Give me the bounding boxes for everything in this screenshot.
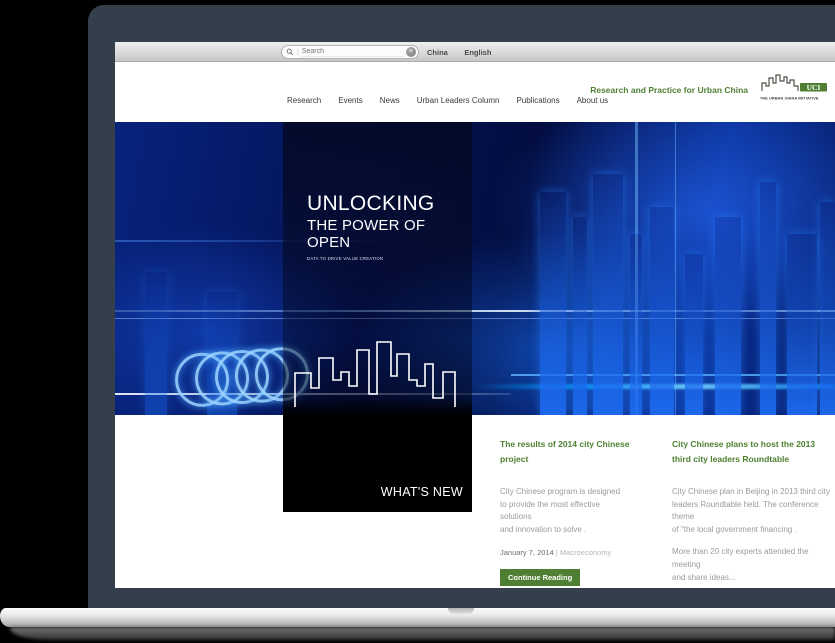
laptop-lid-notch [448, 608, 474, 614]
news-articles: The results of 2014 city Chinese project… [500, 437, 835, 588]
uci-skyline-logo-icon: UCI [760, 70, 830, 92]
hero-building-glow [593, 174, 623, 415]
article-card: City Chinese plans to host the 2013 thir… [672, 437, 835, 588]
article-excerpt: City Chinese plan in Beijing in 2013 thi… [672, 486, 835, 537]
whats-new-label: WHAT'S NEW [381, 485, 463, 499]
hero-building-glow [145, 272, 167, 415]
continue-reading-button[interactable]: Continue Reading [500, 569, 580, 586]
meta-separator: | [556, 548, 558, 557]
hero-building-glow [820, 202, 835, 415]
site-tagline: Research and Practice for Urban China [590, 85, 748, 95]
hero-building-glow [685, 254, 703, 415]
nav-research[interactable]: Research [287, 96, 321, 105]
hero-text-block: UNLOCKING THE POWER OF OPEN DATA TO DRIV… [283, 122, 472, 263]
hero-overlay-panel: UNLOCKING THE POWER OF OPEN DATA TO DRIV… [283, 122, 472, 512]
search-box[interactable]: | × [281, 45, 419, 59]
hero-building-glow [650, 207, 674, 415]
main-nav: Research Events News Urban Leaders Colum… [287, 96, 608, 105]
article-category[interactable]: Macroeconomy [560, 548, 611, 557]
logo-caption: THE URBAN CHINA INITIATIVE [760, 97, 804, 101]
hero-building-glow [540, 192, 566, 415]
lang-china[interactable]: China [427, 48, 448, 57]
brand-area: Research and Practice for Urban China UC… [590, 70, 830, 103]
website-screen: | × China · English Research Events News… [115, 42, 835, 588]
article-excerpt-2: More than 20 city experts attended the m… [672, 546, 835, 584]
article-excerpt: City Chinese program is designed to prov… [500, 486, 655, 537]
hero-building-glow [573, 217, 587, 415]
uci-logo[interactable]: UCI THE URBAN CHINA INITIATIVE [760, 70, 830, 103]
article-card: The results of 2014 city Chinese project… [500, 437, 655, 588]
hero-building-glow [787, 234, 817, 415]
hero-image [115, 122, 835, 415]
search-divider: | [297, 49, 299, 56]
article-title[interactable]: The results of 2014 city Chinese project [500, 437, 655, 467]
laptop-shadow [10, 627, 835, 640]
article-title[interactable]: City Chinese plans to host the 2013 thir… [672, 437, 835, 467]
lang-separator: · [455, 48, 458, 57]
hero-building-glow [760, 182, 776, 415]
search-input[interactable] [302, 48, 403, 57]
nav-news[interactable]: News [380, 96, 400, 105]
article-date: January 7, 2014 [500, 548, 554, 557]
site-header: Research Events News Urban Leaders Colum… [115, 62, 835, 122]
hero-title-line2: THE POWER OF OPEN [307, 217, 472, 251]
lang-english[interactable]: English [464, 48, 491, 57]
language-switcher: China · English [427, 42, 491, 62]
skyline-lineart-icon [293, 327, 463, 409]
nav-events[interactable]: Events [338, 96, 362, 105]
svg-text:UCI: UCI [807, 83, 821, 92]
search-clear-button[interactable]: × [406, 47, 416, 57]
nav-publications[interactable]: Publications [516, 96, 559, 105]
hero-subtitle: DATA TO DRIVE VALUE CREATION [307, 257, 423, 261]
hero-light-column [675, 122, 676, 415]
hero-building-glow [715, 217, 741, 415]
search-icon [286, 48, 294, 56]
browser-chrome-bar: | × China · English [115, 42, 835, 62]
hero-title-line1: UNLOCKING [307, 192, 472, 216]
laptop-mockup: | × China · English Research Events News… [0, 0, 835, 643]
nav-urban-leaders-column[interactable]: Urban Leaders Column [417, 96, 500, 105]
laptop-base [0, 608, 835, 627]
article-meta: January 7, 2014 | Macroeconomy [500, 548, 655, 557]
hero-building-glow [630, 234, 642, 415]
